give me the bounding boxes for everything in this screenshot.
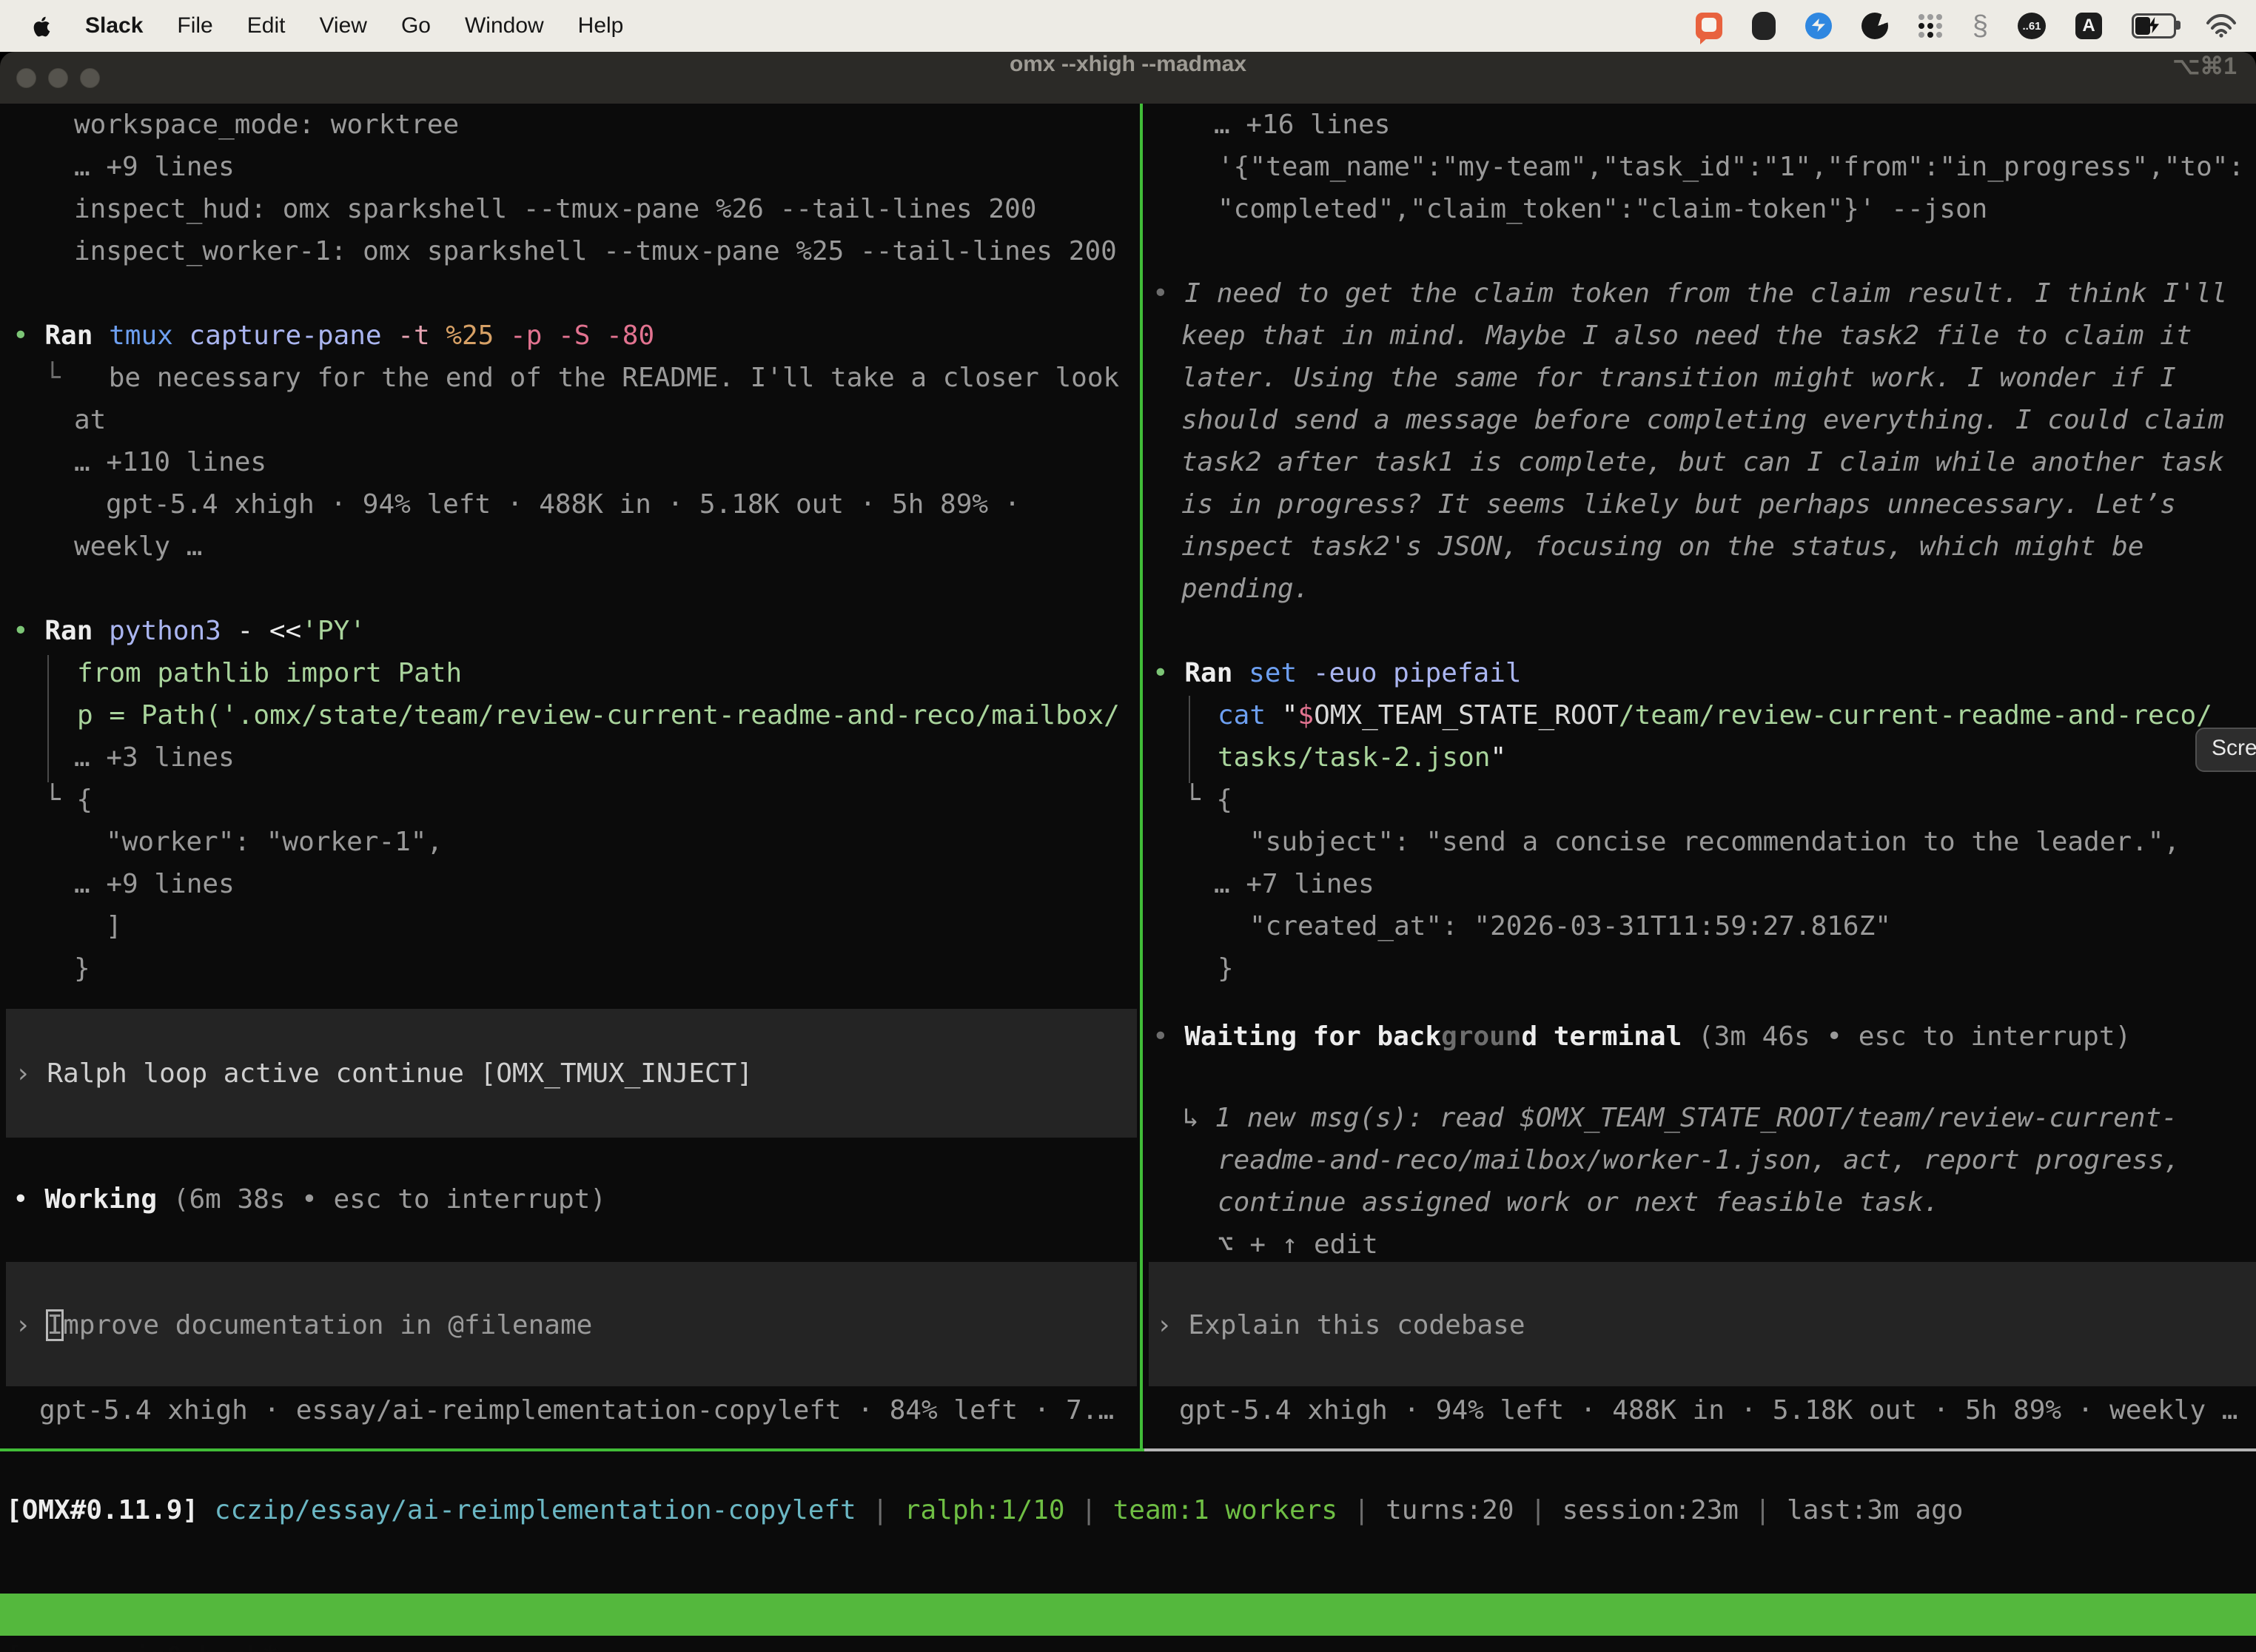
thinking-line: is in progress? It seems likely but perh… [1181, 483, 2176, 526]
thinking-line: task2 after task1 is complete, but can I… [1181, 441, 2224, 483]
bullet-icon: • [13, 616, 29, 646]
apple-icon[interactable] [31, 15, 51, 38]
thinking-line: pending. [1181, 568, 1309, 610]
ran-python-command: • Ran python3 - <<'PY' [13, 610, 366, 652]
collapsed-lines-indicator: … +110 lines [74, 441, 266, 483]
usage-stats-line: gpt-5.4 xhigh · 94% left · 488K in · 5.1… [106, 483, 1020, 526]
thinking-line: should send a message before completing … [1181, 399, 2224, 441]
terminal-window: omx --xhigh --madmax ⌥⌘1 workspace_mode:… [0, 52, 2256, 1652]
waiting-status: • Waiting for background terminal (3m 46… [1152, 1015, 2131, 1058]
command-output-line: } [1218, 947, 1234, 990]
mailbox-note-line: continue assigned work or next feasible … [1218, 1181, 1939, 1223]
command-output-line: "worker": "worker-1", [106, 821, 443, 863]
window-title-bar[interactable]: omx --xhigh --madmax ⌥⌘1 [0, 52, 2256, 104]
ran-tmux-command: • Ran tmux capture-pane -t %25 -p -S -80 [13, 315, 654, 357]
terminal-line: workspace_mode: worktree [74, 104, 459, 146]
ralph-loop-banner: › Ralph loop active continue [OMX_TMUX_I… [15, 1052, 753, 1095]
command-output-line: └ be necessary for the end of the README… [44, 357, 1119, 399]
menu-bar: Slack File Edit View Go Window Help § ..… [0, 0, 2256, 52]
bullet-icon: • [13, 1184, 29, 1215]
menu-item-view[interactable]: View [319, 13, 366, 38]
corner-connector-icon: └ [44, 363, 61, 393]
arrow-down-right-icon: ↳ [1183, 1103, 1199, 1133]
tmux-session-name[interactable]: [omx-cczip0:bash* [6, 1636, 278, 1652]
menu-item-go[interactable]: Go [401, 13, 431, 38]
terminal-line: inspect_worker-1: omx sparkshell --tmux-… [74, 230, 1117, 272]
menu-item-file[interactable]: File [177, 13, 212, 38]
usage-stats-line: weekly … [74, 526, 202, 568]
block-connector-line [47, 655, 49, 782]
left-pane-bottom-border [0, 1448, 1144, 1451]
prompt-chevron-icon: › [15, 1310, 31, 1340]
wifi-icon[interactable] [2206, 14, 2237, 38]
command-output-line: ] [106, 905, 122, 947]
screen-share-overlay-button[interactable]: Scre [2195, 728, 2256, 772]
menu-app-name[interactable]: Slack [85, 13, 143, 38]
command-output-line: at [74, 399, 106, 441]
right-pane-status-line: gpt-5.4 xhigh · 94% left · 488K in · 5.1… [1179, 1389, 2237, 1431]
code-line: cat "$OMX_TEAM_STATE_ROOT/team/review-cu… [1218, 694, 2212, 736]
battery-icon[interactable] [2132, 13, 2176, 38]
thinking-line: inspect task2's JSON, focusing on the st… [1181, 526, 2143, 568]
code-line: from pathlib import Path [77, 652, 462, 694]
thinking-line: • I need to get the claim token from the… [1152, 272, 2227, 315]
prompt-chevron-icon: › [15, 1058, 31, 1089]
right-prompt-input[interactable]: › Explain this codebase [1156, 1304, 1525, 1346]
block-connector-line [1189, 696, 1190, 783]
bullet-icon: • [13, 320, 29, 351]
tmux-status-bar: [omx-cczip0:bash* "MacBook-Pro-44.local"… [0, 1594, 2256, 1636]
ran-set-command: • Ran set -euo pipefail [1152, 652, 1522, 694]
left-pane-status-line: gpt-5.4 xhigh · essay/ai-reimplementatio… [39, 1389, 1114, 1431]
pane-divider[interactable] [1140, 104, 1143, 1451]
window-shortcut-hint: ⌥⌘1 [2172, 52, 2237, 104]
menu-item-help[interactable]: Help [578, 13, 624, 38]
collapsed-lines-indicator: … +9 lines [74, 146, 235, 188]
left-prompt-input[interactable]: › Improve documentation in @filename [15, 1304, 592, 1346]
command-output-line: └ { [1184, 779, 1232, 821]
terminal-line: inspect_hud: omx sparkshell --tmux-pane … [74, 188, 1036, 230]
collapsed-lines-indicator: … +9 lines [74, 863, 235, 905]
mailbox-note-line: readme-and-reco/mailbox/worker-1.json, a… [1218, 1139, 2180, 1181]
passcode-shield-icon[interactable] [1752, 12, 1776, 40]
command-output-line: "completed","claim_token":"claim-token"}… [1218, 188, 1987, 230]
thinking-line: later. Using the same for transition mig… [1181, 357, 2176, 399]
screen-record-icon[interactable] [1696, 13, 1722, 39]
terminal-content: workspace_mode: worktree … +9 lines insp… [0, 104, 2256, 1652]
command-output-line: "subject": "send a concise recommendatio… [1249, 821, 2180, 863]
bullet-icon: • [1152, 658, 1169, 688]
bullet-icon: • [1152, 1021, 1169, 1052]
omx-status-line: [OMX#0.11.9] cczip/essay/ai-reimplementa… [6, 1489, 1963, 1531]
menu-status-icons: § ..61 A [1696, 10, 2237, 42]
messenger-icon[interactable] [1805, 13, 1832, 39]
code-line: p = Path('.omx/state/team/review-current… [77, 694, 1120, 736]
badge-61-icon[interactable]: ..61 [2018, 13, 2046, 39]
bullet-icon: • [1152, 278, 1169, 309]
command-output-line: "created_at": "2026-03-31T11:59:27.816Z" [1249, 905, 1891, 947]
right-pane-bottom-border [1144, 1448, 2256, 1451]
command-output-line: '{"team_name":"my-team","task_id":"1","f… [1218, 146, 2244, 188]
text-cursor: I [47, 1310, 63, 1340]
input-source-icon[interactable]: A [2075, 13, 2102, 39]
edit-shortcut-hint: ⌥ + ↑ edit [1218, 1223, 1378, 1266]
working-status: • Working (6m 38s • esc to interrupt) [13, 1178, 606, 1220]
collapsed-lines-indicator: … +7 lines [1214, 863, 1374, 905]
command-output-line: } [74, 947, 90, 990]
command-output-line: └ { [44, 779, 93, 821]
mailbox-note-line: ↳ 1 new msg(s): read $OMX_TEAM_STATE_ROO… [1183, 1097, 2178, 1139]
thinking-line: keep that in mind. Maybe I also need the… [1181, 315, 2192, 357]
menu-item-edit[interactable]: Edit [247, 13, 286, 38]
squiggle-icon[interactable]: § [1973, 10, 1988, 42]
prompt-chevron-icon: › [1156, 1310, 1172, 1340]
dots-grid-icon[interactable] [1918, 13, 1943, 38]
code-line: tasks/task-2.json" [1218, 736, 1506, 779]
notch-circle-icon[interactable] [1861, 13, 1888, 39]
menu-item-window[interactable]: Window [465, 13, 544, 38]
window-title: omx --xhigh --madmax [0, 52, 2256, 104]
collapsed-lines-indicator: … +3 lines [74, 736, 235, 779]
collapsed-lines-indicator: … +16 lines [1214, 104, 1390, 146]
